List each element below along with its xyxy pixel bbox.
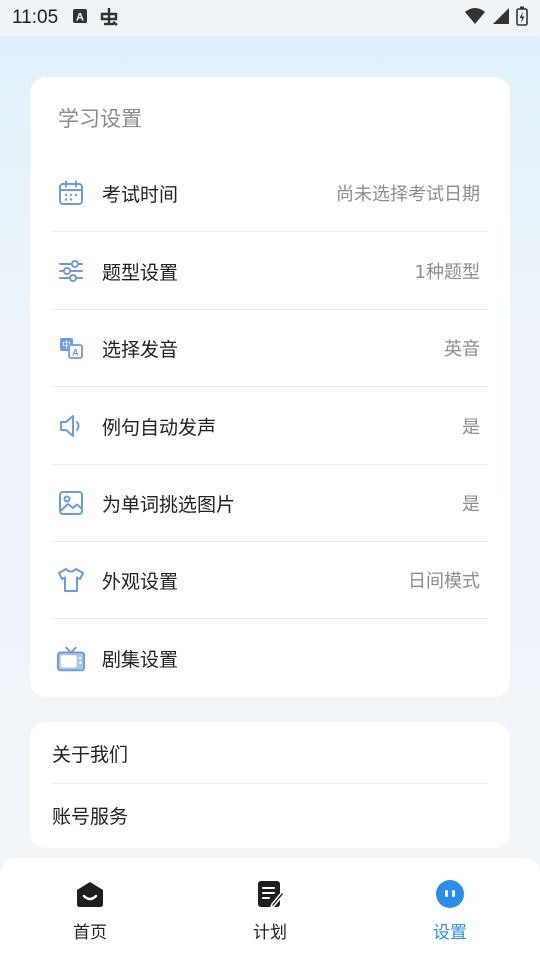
sliders-icon <box>56 256 86 286</box>
account-service-label: 账号服务 <box>52 805 129 828</box>
status-bar: 11:05 A <box>0 0 540 36</box>
image-icon <box>56 488 86 518</box>
setting-row-pronunciation[interactable]: 中 A 选择发音 英音 <box>52 310 488 387</box>
status-time: 11:05 <box>12 7 59 28</box>
tab-settings[interactable]: 设置 <box>360 858 540 960</box>
setting-label: 考试时间 <box>102 183 179 206</box>
setting-value: 日间模式 <box>408 571 480 592</box>
tshirt-icon <box>56 565 86 595</box>
setting-row-series[interactable]: 剧集设置 <box>52 620 488 697</box>
setting-value: 是 <box>462 494 480 515</box>
setting-label: 剧集设置 <box>102 649 179 671</box>
setting-value: 1种题型 <box>414 262 480 283</box>
setting-label: 为单词挑选图片 <box>102 493 236 516</box>
setting-label: 例句自动发声 <box>102 416 217 439</box>
signal-icon <box>492 7 510 29</box>
setting-row-appearance[interactable]: 外观设置 日间模式 <box>52 542 488 619</box>
setting-row-auto-voice[interactable]: 例句自动发声 是 <box>52 388 488 465</box>
about-us-label: 关于我们 <box>52 743 129 766</box>
setting-label: 选择发音 <box>102 338 179 361</box>
svg-text:A: A <box>72 348 79 358</box>
setting-value: 尚未选择考试日期 <box>336 184 480 205</box>
setting-row-word-image[interactable]: 为单词挑选图片 是 <box>52 465 488 542</box>
account-service-item[interactable]: 账号服务 <box>52 784 488 846</box>
study-settings-card: 学习设置 考试时间 尚未选择考试日期 题型设置 1种题型 中 A 选择发音 英音… <box>30 77 510 697</box>
about-card: 关于我们 账号服务 <box>30 722 510 848</box>
bug-icon <box>98 5 120 31</box>
plan-icon <box>254 878 286 910</box>
setting-row-question-types[interactable]: 题型设置 1种题型 <box>52 233 488 310</box>
setting-label: 题型设置 <box>102 261 179 284</box>
home-icon <box>74 878 106 910</box>
speaker-icon <box>56 411 86 441</box>
calendar-icon <box>56 178 86 208</box>
setting-row-exam-time[interactable]: 考试时间 尚未选择考试日期 <box>52 155 488 232</box>
notification-a-icon: A <box>72 8 88 28</box>
battery-icon <box>516 6 528 30</box>
setting-value: 英音 <box>444 339 480 360</box>
tab-home[interactable]: 首页 <box>0 858 180 960</box>
translate-icon: 中 A <box>56 333 86 363</box>
setting-value: 是 <box>462 417 480 438</box>
tab-plan[interactable]: 计划 <box>180 858 360 960</box>
nav-label: 设置 <box>433 923 467 943</box>
section-title: 学习设置 <box>58 107 142 131</box>
svg-text:A: A <box>76 12 84 24</box>
bottom-nav: 首页 计划 设置 <box>0 858 540 960</box>
wifi-icon <box>464 7 486 29</box>
tv-icon <box>56 644 86 674</box>
nav-label: 计划 <box>253 923 287 943</box>
nav-label: 首页 <box>73 923 107 943</box>
setting-label: 外观设置 <box>102 570 179 593</box>
about-us-item[interactable]: 关于我们 <box>52 722 488 784</box>
settings-face-icon <box>434 878 466 910</box>
